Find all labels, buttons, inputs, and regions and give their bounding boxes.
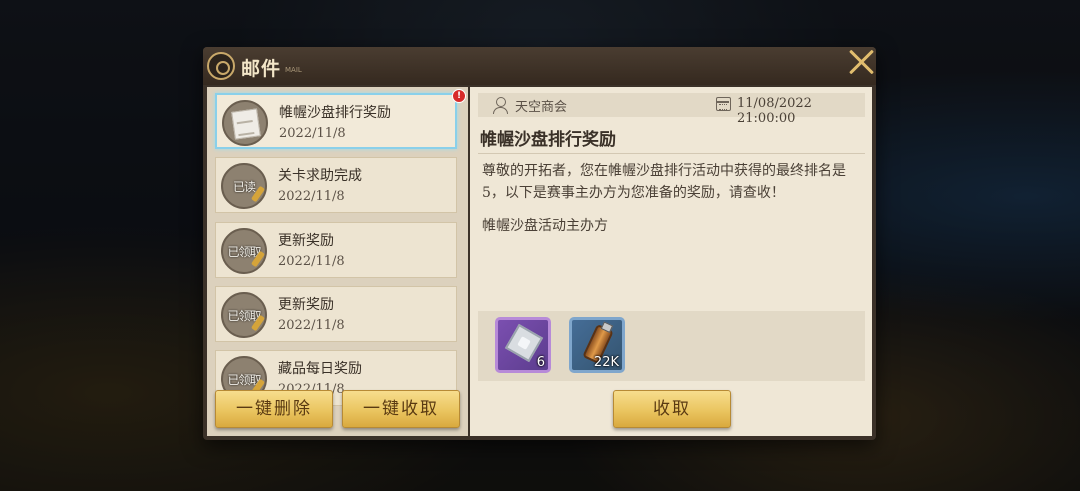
unread-badge: ! [452, 89, 466, 103]
mail-heading: 帷幄沙盘排行奖励 [480, 130, 616, 150]
mail-list-pane: 帷幄沙盘排行奖励 2022/11/8 ! 已读 关卡求助完成 2022/11/8… [207, 87, 468, 436]
delete-all-button[interactable]: 一键删除 [215, 390, 333, 428]
mail-item-date: 2022/11/8 [278, 254, 345, 269]
mail-sender: 天空商会 [515, 100, 568, 115]
mail-item-title: 更新奖励 [278, 297, 334, 313]
mail-item-title: 藏品每日奖励 [278, 361, 362, 377]
mail-item-title: 更新奖励 [278, 233, 334, 249]
user-icon [492, 97, 509, 114]
letter-read-icon: 已读 [221, 163, 267, 209]
reward-strip: 6 22K [478, 311, 865, 381]
reward-count: 6 [536, 355, 545, 370]
mail-info-bar: 天空商会 11/08/2022 21:00:00 [478, 93, 865, 126]
dialog-subtitle: MAIL [285, 66, 302, 74]
letter-claimed-icon: 已领取 [221, 292, 267, 338]
mail-body: 尊敬的开拓者，您在帷幄沙盘排行活动中获得的最终排名是5，以下是赛事主办方为您准备… [482, 163, 846, 201]
calendar-icon [716, 97, 731, 111]
mail-detail-pane: 天空商会 11/08/2022 21:00:00 帷幄沙盘排行奖励 尊敬的开拓者… [470, 87, 872, 436]
mail-signature: 帷幄沙盘活动主办方 [482, 218, 608, 234]
letter-icon [222, 100, 268, 146]
mail-item-date: 2022/11/8 [278, 318, 345, 333]
mail-emblem-icon [207, 52, 235, 80]
mail-dialog: 邮件 MAIL 帷幄沙盘排行奖励 2022/11/8 ! 已读 关卡求助完成 2… [203, 47, 876, 440]
dialog-title: 邮件 [241, 58, 282, 80]
reward-item[interactable]: 6 [495, 317, 551, 373]
dialog-titlebar: 邮件 MAIL [203, 47, 876, 85]
mail-item-title: 帷幄沙盘排行奖励 [279, 105, 391, 121]
reward-count: 22K [593, 355, 619, 370]
mail-item-date: 2022/11/8 [279, 126, 346, 141]
mail-list-item[interactable]: 帷幄沙盘排行奖励 2022/11/8 [215, 93, 457, 149]
close-icon[interactable] [846, 47, 878, 77]
collect-button[interactable]: 收取 [613, 390, 731, 428]
mail-list-item[interactable]: 已领取 更新奖励 2022/11/8 [215, 222, 457, 278]
mail-item-date: 2022/11/8 [278, 189, 345, 204]
mail-datetime: 11/08/2022 21:00:00 [737, 96, 812, 126]
divider [478, 153, 865, 154]
reward-item[interactable]: 22K [569, 317, 625, 373]
mail-item-title: 关卡求助完成 [278, 168, 362, 184]
letter-claimed-icon: 已领取 [221, 228, 267, 274]
collect-all-button[interactable]: 一键收取 [342, 390, 460, 428]
mail-list-item[interactable]: 已领取 更新奖励 2022/11/8 [215, 286, 457, 342]
mail-list-item[interactable]: 已读 关卡求助完成 2022/11/8 [215, 157, 457, 213]
